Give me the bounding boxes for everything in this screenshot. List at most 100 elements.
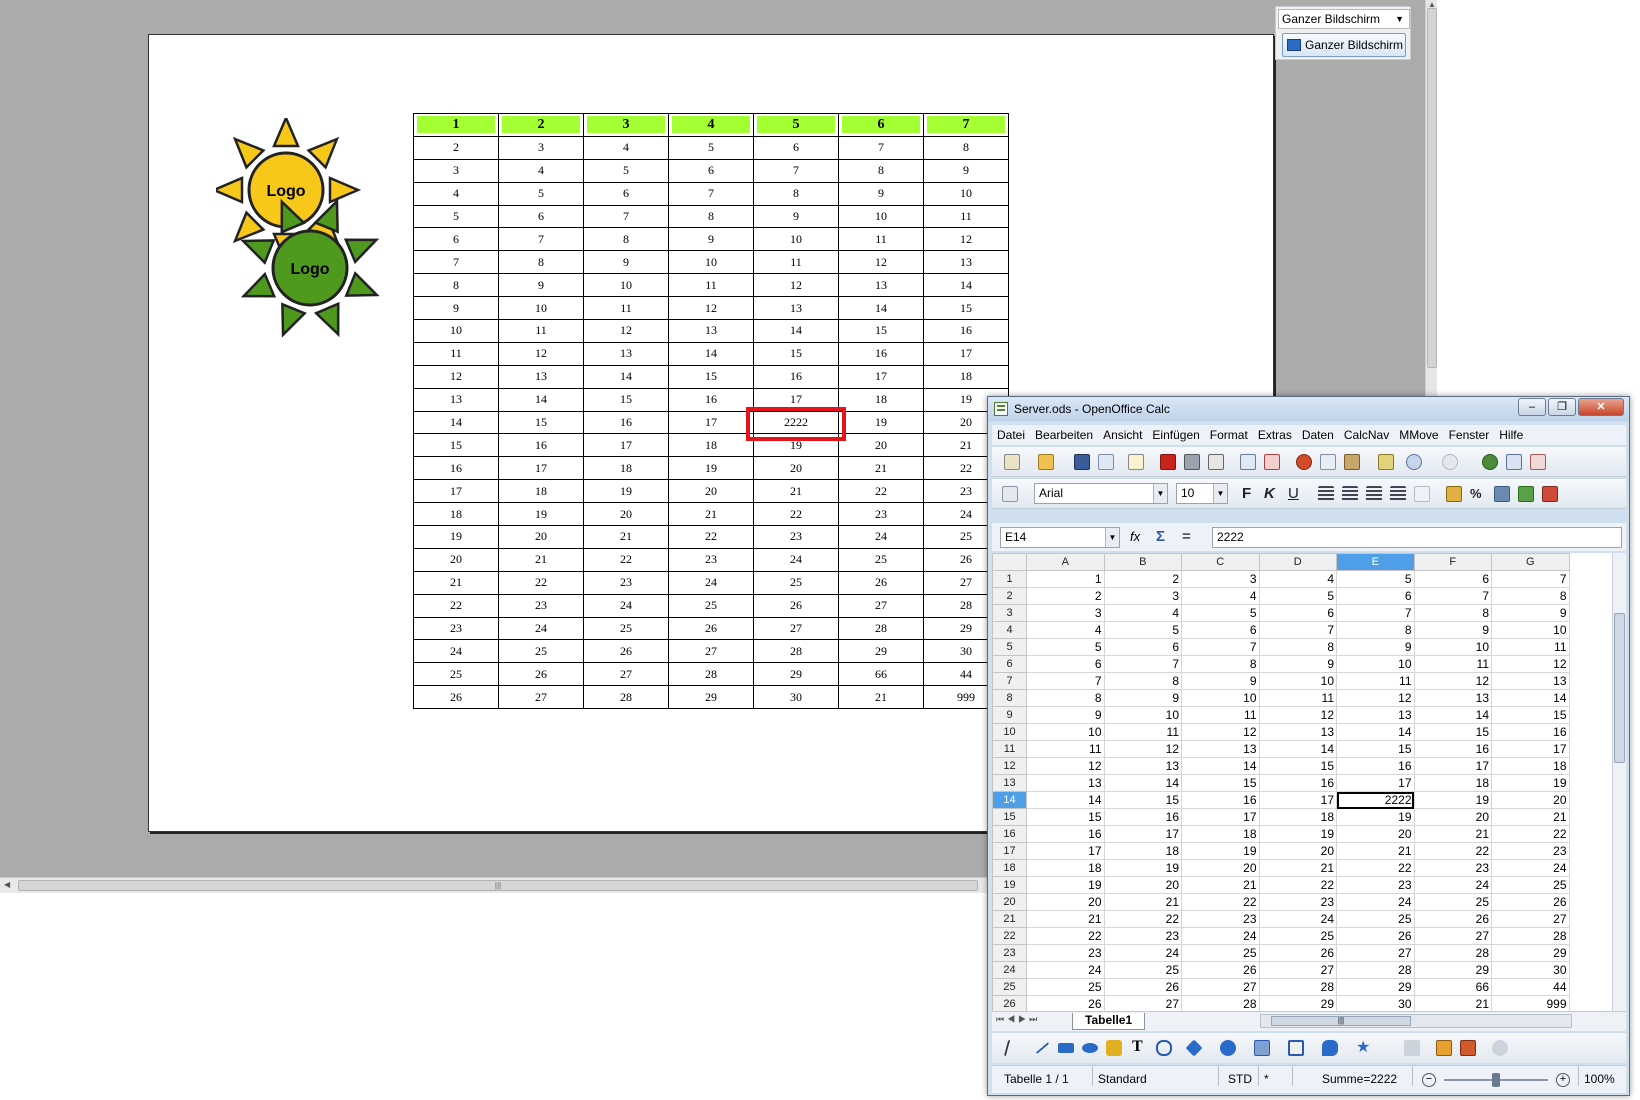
cell[interactable]: 19	[1258, 825, 1337, 843]
cell[interactable]: 26	[1413, 910, 1492, 928]
font-size-combo[interactable]: 10 ▼	[1176, 483, 1228, 504]
cell[interactable]: 4	[1258, 570, 1337, 588]
cell[interactable]: 999	[1491, 995, 1570, 1011]
cell-table[interactable]: A B C D E F G 1 1 2 3 4 5 6 7 2 2 3 4 5 6 7 8 3 3 4 5 6 7 8 9 4 4 5 6 7 8 9 10…	[992, 553, 1570, 1011]
menu-item-format[interactable]: Format	[1205, 425, 1253, 445]
cell[interactable]: 13	[1026, 774, 1105, 792]
cell[interactable]: 22	[1413, 842, 1492, 860]
menu-item-hilfe[interactable]: Hilfe	[1494, 425, 1528, 445]
scroll-thumb[interactable]: |||	[18, 880, 978, 891]
cell[interactable]: 5	[1181, 604, 1260, 622]
row-header[interactable]: 16	[992, 825, 1027, 843]
cell[interactable]: 23	[1181, 910, 1260, 928]
basic-shapes-icon[interactable]	[1185, 1039, 1203, 1057]
cell[interactable]: 7	[1413, 587, 1492, 605]
cell[interactable]: 20	[1258, 842, 1337, 860]
cell[interactable]: 8	[1103, 672, 1182, 690]
row-header[interactable]: 7	[992, 672, 1027, 690]
flowchart-icon[interactable]	[1288, 1040, 1304, 1056]
cell[interactable]: 28	[1258, 978, 1337, 996]
freeform-tool-icon[interactable]	[1106, 1040, 1122, 1056]
cell[interactable]: 21	[1336, 842, 1415, 860]
cell[interactable]: 9	[1103, 689, 1182, 707]
row-header[interactable]: 26	[992, 995, 1027, 1011]
status-zoom[interactable]: 100%	[1584, 1066, 1615, 1093]
cell[interactable]: 8	[1413, 604, 1492, 622]
standard-format-icon[interactable]	[1494, 486, 1510, 502]
sheet-tab-tabelle1[interactable]: Tabelle1	[1072, 1013, 1146, 1030]
format-paintbrush-icon[interactable]	[1378, 454, 1394, 470]
text-tool-icon[interactable]: T	[1132, 1038, 1143, 1056]
cell[interactable]: 12	[1413, 672, 1492, 690]
cell[interactable]: 16	[1026, 825, 1105, 843]
row-header[interactable]: 3	[992, 604, 1027, 622]
cell[interactable]: 9	[1491, 604, 1570, 622]
cell[interactable]: 25	[1258, 927, 1337, 945]
page-preview-icon[interactable]	[1208, 454, 1224, 470]
cell[interactable]: 8	[1258, 638, 1337, 656]
paste-icon[interactable]	[1344, 454, 1360, 470]
cell[interactable]: 8	[1491, 587, 1570, 605]
cell[interactable]: 8	[1181, 655, 1260, 673]
column-header-f[interactable]: F	[1413, 553, 1492, 571]
ellipse-tool-icon[interactable]	[1082, 1043, 1098, 1053]
cell[interactable]: 20	[1103, 876, 1182, 894]
cell[interactable]: 5	[1258, 587, 1337, 605]
cell[interactable]: 27	[1491, 910, 1570, 928]
cell[interactable]: 8	[1336, 621, 1415, 639]
cell[interactable]: 27	[1103, 995, 1182, 1011]
cell[interactable]: 7	[1103, 655, 1182, 673]
menu-item-fenster[interactable]: Fenster	[1444, 425, 1495, 445]
cell[interactable]: 3	[1103, 587, 1182, 605]
cell[interactable]: 19	[1336, 808, 1415, 826]
cell[interactable]: 11	[1026, 740, 1105, 758]
cell[interactable]: 23	[1103, 927, 1182, 945]
cell[interactable]: 12	[1491, 655, 1570, 673]
spreadsheet-grid[interactable]: A B C D E F G 1 1 2 3 4 5 6 7 2 2 3 4 5 6 7 8 3 3 4 5 6 7 8 9 4 4 5 6 7 8 9 10…	[992, 553, 1612, 1011]
delete-decimal-icon[interactable]	[1542, 486, 1558, 502]
cell[interactable]: 29	[1413, 961, 1492, 979]
cell[interactable]: 18	[1181, 825, 1260, 843]
cell[interactable]: 15	[1103, 791, 1182, 809]
sun-logo-green-icon[interactable]: Logo	[240, 196, 390, 346]
column-header-a[interactable]: A	[1026, 553, 1105, 571]
cell[interactable]: 20	[1413, 808, 1492, 826]
calc-titlebar[interactable]: Server.ods - OpenOffice Calc – ❐ ✕	[988, 397, 1629, 421]
calc-window[interactable]: Server.ods - OpenOffice Calc – ❐ ✕ Datei…	[987, 396, 1630, 1096]
cell[interactable]: 28	[1413, 944, 1492, 962]
cell[interactable]: 18	[1026, 859, 1105, 877]
view-mode-dropdown[interactable]: Ganzer Bildschirm ▼	[1278, 9, 1410, 29]
cell[interactable]: 15	[1491, 706, 1570, 724]
status-selection-mode[interactable]: STD	[1228, 1066, 1252, 1093]
cell[interactable]: 2	[1026, 587, 1105, 605]
email-icon[interactable]	[1098, 454, 1114, 470]
cell[interactable]: 6	[1026, 655, 1105, 673]
cell[interactable]: 20	[1491, 791, 1570, 809]
extrusion-icon[interactable]	[1492, 1040, 1508, 1056]
cell[interactable]: 19	[1491, 774, 1570, 792]
cell[interactable]: 3	[1026, 604, 1105, 622]
export-pdf-icon[interactable]	[1160, 454, 1176, 470]
menu-item-bearbeiten[interactable]: Bearbeiten	[1030, 425, 1098, 445]
from-file-icon[interactable]	[1460, 1040, 1476, 1056]
row-header[interactable]: 8	[992, 689, 1027, 707]
cell[interactable]: 21	[1026, 910, 1105, 928]
fullscreen-button[interactable]: Ganzer Bildschirm	[1282, 33, 1406, 57]
cell[interactable]: 15	[1336, 740, 1415, 758]
copy-icon[interactable]	[1320, 454, 1336, 470]
align-center-icon[interactable]	[1342, 486, 1358, 502]
cell[interactable]: 15	[1258, 757, 1337, 775]
cell[interactable]: 23	[1413, 859, 1492, 877]
chevron-down-icon[interactable]: ▼	[1153, 484, 1167, 503]
cell[interactable]: 12	[1103, 740, 1182, 758]
autospellcheck-icon[interactable]	[1264, 454, 1280, 470]
cell[interactable]: 22	[1103, 910, 1182, 928]
cell[interactable]: 27	[1336, 944, 1415, 962]
cell[interactable]: 10	[1413, 638, 1492, 656]
cell[interactable]: 12	[1258, 706, 1337, 724]
cell[interactable]: 8	[1026, 689, 1105, 707]
menu-item-datei[interactable]: Datei	[992, 425, 1030, 445]
open-folder-icon[interactable]	[1038, 454, 1054, 470]
row-header[interactable]: 5	[992, 638, 1027, 656]
cell[interactable]: 11	[1258, 689, 1337, 707]
